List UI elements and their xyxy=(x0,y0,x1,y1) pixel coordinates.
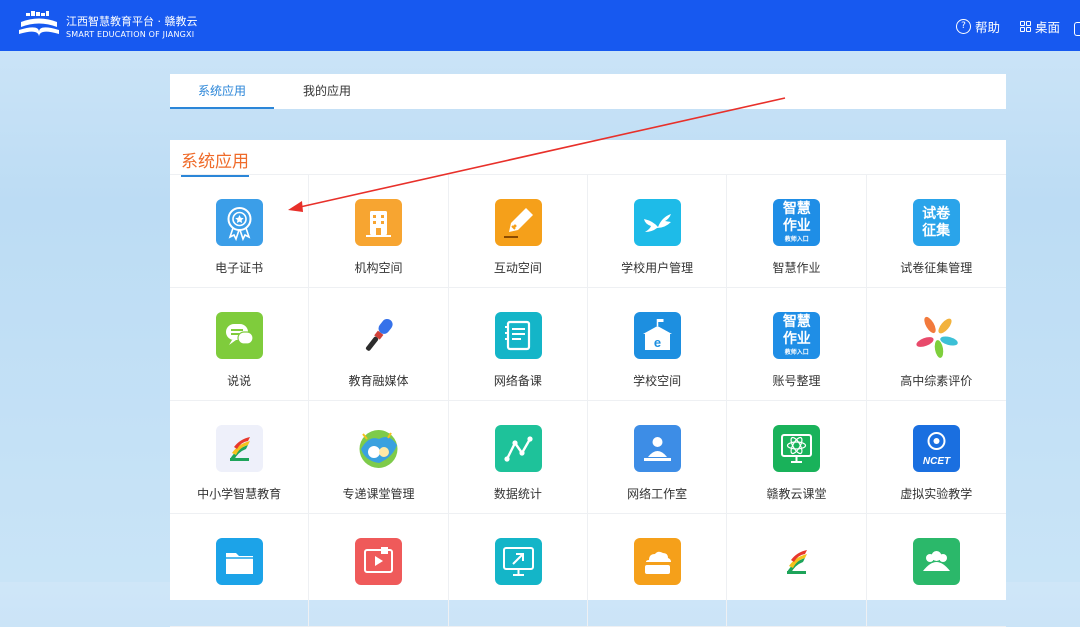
ncet-icon: NCET xyxy=(912,425,960,472)
bird-icon xyxy=(633,199,681,246)
media-icon xyxy=(355,538,403,585)
app-tile[interactable]: 高中综素评价 xyxy=(866,288,1006,401)
school-icon: e xyxy=(633,312,681,359)
pinwheel-icon xyxy=(912,312,960,359)
studio-icon xyxy=(633,425,681,472)
smart-edu-icon xyxy=(773,538,821,585)
notebook-icon xyxy=(494,312,542,359)
tab-system-apps[interactable]: 系统应用 xyxy=(170,74,274,109)
platform-subtitle: SMART EDUCATION OF JIANGXI xyxy=(66,30,195,39)
app-tile[interactable] xyxy=(448,514,588,627)
app-tile[interactable]: 试卷 征集试卷征集管理 xyxy=(866,175,1006,288)
app-tile[interactable]: 中小学智慧教育 xyxy=(170,401,310,514)
app-tile[interactable] xyxy=(309,514,449,627)
section-title: 系统应用 xyxy=(181,147,249,177)
app-tile[interactable]: 专递课堂管理 xyxy=(309,401,449,514)
app-tab-bar: 系统应用 我的应用 xyxy=(170,74,1006,109)
app-label: 网络工作室 xyxy=(627,487,688,501)
app-tile[interactable] xyxy=(170,514,310,627)
app-tile[interactable]: 互动空间 xyxy=(448,175,588,288)
classroom-icon xyxy=(355,425,403,472)
app-tile[interactable] xyxy=(587,514,728,627)
app-label: 试卷征集管理 xyxy=(900,261,973,275)
app-grid: 电子证书 机构空间 互动空间 学校用户管理 智慧 作业 教师入口 智慧作业 试卷 征集 试卷征集管理… xyxy=(170,175,1006,627)
app-tile[interactable]: e 学校空间 xyxy=(587,288,728,401)
chat-icon xyxy=(216,312,263,359)
app-tile[interactable]: 网络备课 xyxy=(448,288,588,401)
account-icon: 智慧 作业 教师入口 xyxy=(773,312,821,359)
svg-text:e: e xyxy=(654,335,661,350)
help-label: 帮助 xyxy=(975,20,1001,35)
app-tile[interactable]: 智慧 作业 教师入口智慧作业 xyxy=(727,175,867,288)
app-label: 互动空间 xyxy=(493,261,542,275)
app-label: 说说 xyxy=(227,374,252,388)
app-label: 中小学智慧教育 xyxy=(197,487,282,501)
app-label: 专递课堂管理 xyxy=(342,487,415,501)
smart-edu-icon xyxy=(216,425,263,472)
app-tile[interactable]: 学校用户管理 xyxy=(587,175,728,288)
tab-my-apps[interactable]: 我的应用 xyxy=(274,74,380,109)
microphone-icon xyxy=(355,312,403,359)
top-navigation-bar: 江西智慧教育平台 · 赣教云 SMART EDUCATION OF JIANGX… xyxy=(0,0,1080,51)
app-label: 虚拟实验教学 xyxy=(900,487,973,501)
app-tile[interactable]: 机构空间 xyxy=(309,175,449,288)
app-tile[interactable]: 网络工作室 xyxy=(587,401,728,514)
app-label: 智慧作业 xyxy=(772,261,821,275)
grid-icon xyxy=(1020,21,1031,32)
app-label: 账号整理 xyxy=(772,374,821,388)
app-tile[interactable]: 智慧 作业 教师入口账号整理 xyxy=(727,288,867,401)
exam-collect-icon: 试卷 征集 xyxy=(912,199,960,246)
app-label: 教育融媒体 xyxy=(348,374,409,388)
svg-text:NCET: NCET xyxy=(923,456,951,467)
platform-title: 江西智慧教育平台 · 赣教云 xyxy=(66,15,198,28)
platform-logo-icon xyxy=(19,11,59,37)
app-tile[interactable]: 说说 xyxy=(170,288,310,401)
app-label: 赣教云课堂 xyxy=(766,487,827,501)
group-icon xyxy=(912,538,960,585)
app-label: 电子证书 xyxy=(215,261,264,275)
app-tile[interactable]: 教育融媒体 xyxy=(309,288,449,401)
statistics-icon xyxy=(494,425,542,472)
app-tile[interactable] xyxy=(727,514,867,627)
pen-icon xyxy=(494,199,542,246)
folder-icon xyxy=(216,538,263,585)
app-tile[interactable]: 赣教云课堂 xyxy=(727,401,867,514)
user-menu-icon[interactable] xyxy=(1074,22,1080,36)
app-tile[interactable]: NCET 虚拟实验教学 xyxy=(866,401,1006,514)
help-link[interactable]: ? 帮助 xyxy=(956,17,1000,36)
app-label: 网络备课 xyxy=(493,374,542,388)
app-label: 数据统计 xyxy=(493,487,542,501)
certificate-icon xyxy=(216,199,263,246)
app-tile[interactable]: 数据统计 xyxy=(448,401,588,514)
app-label: 学校用户管理 xyxy=(621,261,694,275)
app-label: 机构空间 xyxy=(354,261,403,275)
monitor-atom-icon xyxy=(773,425,821,472)
system-apps-panel: 系统应用 电子证书 机构空间 互动空间 学校用户管理 智慧 作业 教师入口 智慧作业 试卷 征集试… xyxy=(170,140,1006,627)
app-label: 高中综素评价 xyxy=(900,374,973,388)
app-label: 学校空间 xyxy=(633,374,682,388)
building-icon xyxy=(355,199,403,246)
help-icon: ? xyxy=(956,19,971,34)
screen-share-icon xyxy=(494,538,542,585)
desktop-link[interactable]: 桌面 xyxy=(1020,17,1060,36)
app-tile[interactable]: 电子证书 xyxy=(170,175,310,288)
desktop-label: 桌面 xyxy=(1035,20,1061,35)
homework-icon: 智慧 作业 教师入口 xyxy=(773,199,821,246)
app-tile[interactable] xyxy=(866,514,1006,627)
cloud-drive-icon xyxy=(633,538,681,585)
